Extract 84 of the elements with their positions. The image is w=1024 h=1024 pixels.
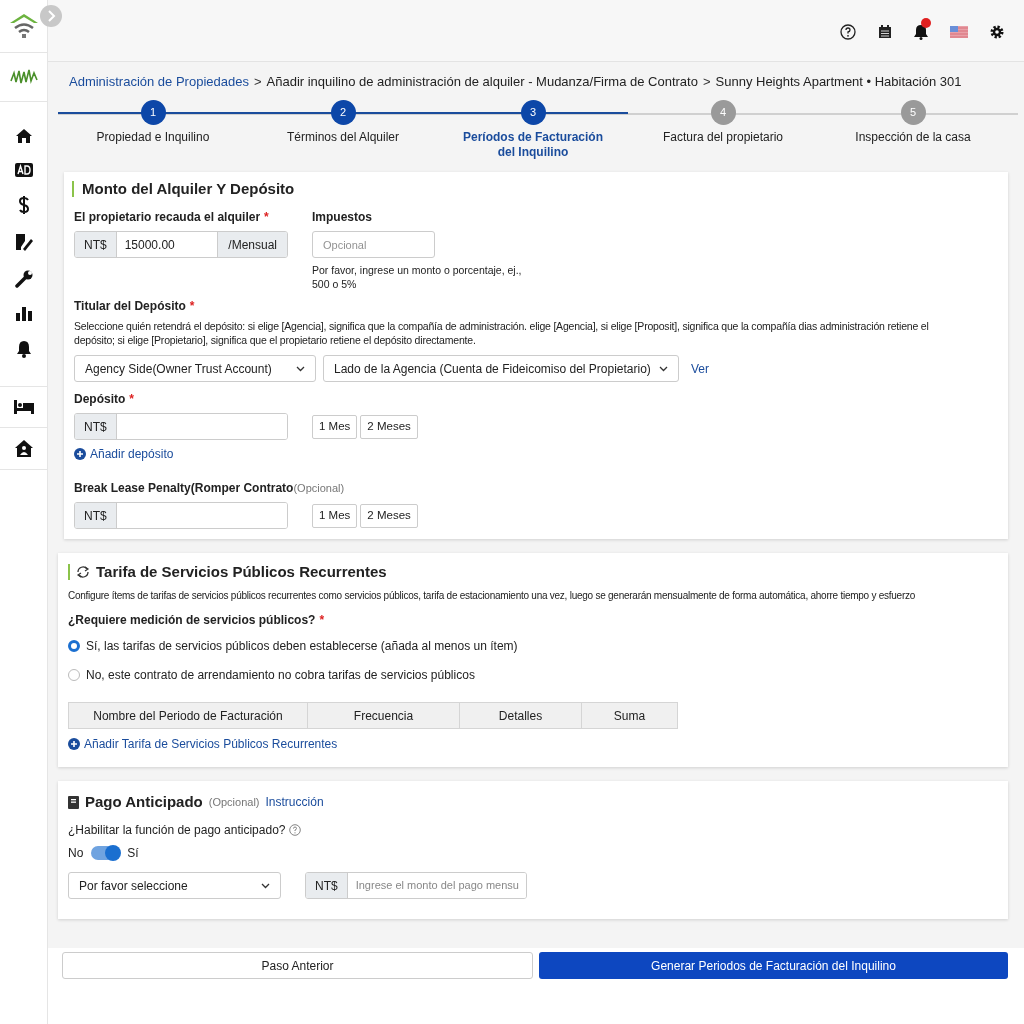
chevron-down-icon xyxy=(261,882,270,889)
house-person-icon[interactable] xyxy=(14,440,33,457)
column-header: Detalles xyxy=(459,703,581,728)
bed-icon[interactable] xyxy=(13,400,34,414)
flag-icon[interactable] xyxy=(950,25,968,38)
step-number[interactable]: 1 xyxy=(140,100,166,125)
month-button[interactable]: 2 Meses xyxy=(360,503,418,528)
radio-label[interactable]: No, este contrato de arrendamiento no cobra tarifas de servicios públicos xyxy=(86,666,475,684)
breadcrumb-item: Añadir inquilino de administración de alquiler - Mudanza/Firma de Contrato xyxy=(266,73,698,92)
amount-field[interactable]: NT$ Ingrese el monto del pago mensu xyxy=(305,872,527,899)
radio-button[interactable] xyxy=(68,669,80,681)
breadcrumb-separator: > xyxy=(702,73,711,92)
month-button[interactable]: 2 Meses xyxy=(360,414,418,439)
section-title: Pago Anticipado xyxy=(85,791,203,812)
help-icon[interactable] xyxy=(840,23,856,40)
add-link[interactable]: Añadir depósito xyxy=(74,445,174,463)
toggle-switch[interactable] xyxy=(91,846,120,860)
section-title: Monto del Alquiler Y Depósito xyxy=(82,178,295,199)
description-text: Configure ítems de tarifas de servicios públicos recurrentes como servicios públicos, tarifa de estacionamiento una vez, luego se generarán mensualmente de forma automática, ahorre tiempo y esfuerzo xyxy=(68,589,916,603)
field-label: ¿Habilitar la función de pago anticipado? xyxy=(68,822,286,839)
breadcrumb-item: Sunny Heights Apartment • Habitación 301 xyxy=(715,73,962,92)
toggle-label: Sí xyxy=(127,845,139,862)
step-number[interactable]: 2 xyxy=(330,100,356,125)
field-label: Break Lease Penalty(Romper Contrato xyxy=(74,480,294,497)
field-label: ¿Requiere medición de servicios públicos? xyxy=(68,612,316,629)
breadcrumb-link[interactable]: Administración de Propiedades xyxy=(69,72,249,92)
previous-step-button[interactable]: Paso Anterior xyxy=(62,952,533,979)
home-icon[interactable] xyxy=(14,128,33,144)
settings-icon[interactable] xyxy=(990,24,1004,39)
bell-icon[interactable] xyxy=(914,23,928,40)
field-label: Titular del Depósito xyxy=(74,298,186,315)
amount-field[interactable]: NT$ xyxy=(74,502,288,529)
generate-button[interactable]: Generar Periodos de Facturación del Inquilino xyxy=(539,952,1008,979)
accent-bar xyxy=(72,181,74,197)
chevron-down-icon xyxy=(296,365,305,372)
ad-icon[interactable] xyxy=(14,163,33,177)
step-label[interactable]: Inspección de la casa xyxy=(833,130,993,145)
calendar-icon[interactable] xyxy=(878,24,892,39)
dropdown[interactable]: Lado de la Agencia (Cuenta de Fideicomiso del Propietario) xyxy=(323,355,679,382)
plus-circle-icon xyxy=(68,738,80,750)
refresh-icon xyxy=(76,566,90,578)
field-label: Impuestos xyxy=(312,209,372,226)
description-text: Seleccione quién retendrá el depósito: si elige [Agencia], significa que la compañía de administración. elige [Agencia], si elige [Proposit], significa que la compañía dias administración retiene el depósito; si elige [Propietario], significa que el propietario retiene el depósito directamente. xyxy=(74,319,930,347)
chevron-down-icon xyxy=(659,365,668,372)
add-link[interactable]: Añadir Tarifa de Servicios Públicos Recurrentes xyxy=(68,735,338,753)
book-icon xyxy=(68,795,79,809)
month-button[interactable]: 1 Mes xyxy=(312,503,358,528)
required-mark: * xyxy=(129,391,134,408)
required-mark: * xyxy=(264,209,269,226)
required-mark: * xyxy=(319,612,325,629)
dollar-icon[interactable] xyxy=(17,196,30,214)
optional-note: (Opcional) xyxy=(208,794,260,810)
document-pen-icon[interactable] xyxy=(14,233,33,251)
radio-button[interactable] xyxy=(68,640,80,652)
bell-icon[interactable] xyxy=(15,340,32,358)
hint-text: Por favor, ingrese un monto o porcentaje, ej., 500 o 5% xyxy=(312,263,523,291)
instruction-link[interactable]: Instrucción xyxy=(265,793,324,811)
column-header: Nombre del Periodo de Facturación xyxy=(92,707,284,725)
amount-field[interactable]: NT$ 15000.00 /Mensual xyxy=(74,231,288,258)
required-mark: * xyxy=(189,298,195,315)
bar-chart-icon[interactable] xyxy=(15,307,32,321)
column-header: Frecuencia xyxy=(307,703,459,728)
field-label: El propietario recauda el alquiler xyxy=(74,209,261,226)
breadcrumb-separator: > xyxy=(253,73,262,92)
section-title: Tarifa de Servicios Públicos Recurrentes xyxy=(96,561,387,582)
view-link[interactable]: Ver xyxy=(691,359,709,378)
tax-input[interactable]: Opcional xyxy=(312,231,435,258)
radio-label[interactable]: Sí, las tarifas de servicios públicos deben establecerse (añada al menos un ítem) xyxy=(86,637,518,655)
optional-note: (Opcional) xyxy=(293,481,345,496)
toggle-label: No xyxy=(68,845,84,862)
accent-bar xyxy=(68,564,70,580)
step-number[interactable]: 3 xyxy=(520,100,546,125)
dropdown[interactable]: Agency Side(Owner Trust Account) xyxy=(74,355,316,382)
dropdown[interactable]: Por favor seleccione xyxy=(68,872,281,899)
month-button[interactable]: 1 Mes xyxy=(312,414,358,439)
plus-circle-icon xyxy=(74,448,86,460)
amount-field[interactable]: NT$ xyxy=(74,413,288,440)
column-header: Suma xyxy=(581,703,677,728)
step-label[interactable]: Períodos de Facturación del Inquilino xyxy=(453,130,613,160)
step-label[interactable]: Factura del propietario xyxy=(643,130,803,145)
field-label: Depósito xyxy=(74,391,126,408)
wrench-icon[interactable] xyxy=(14,270,33,288)
step-label[interactable]: Propiedad e Inquilino xyxy=(73,130,233,145)
step-label[interactable]: Términos del Alquiler xyxy=(263,130,423,145)
